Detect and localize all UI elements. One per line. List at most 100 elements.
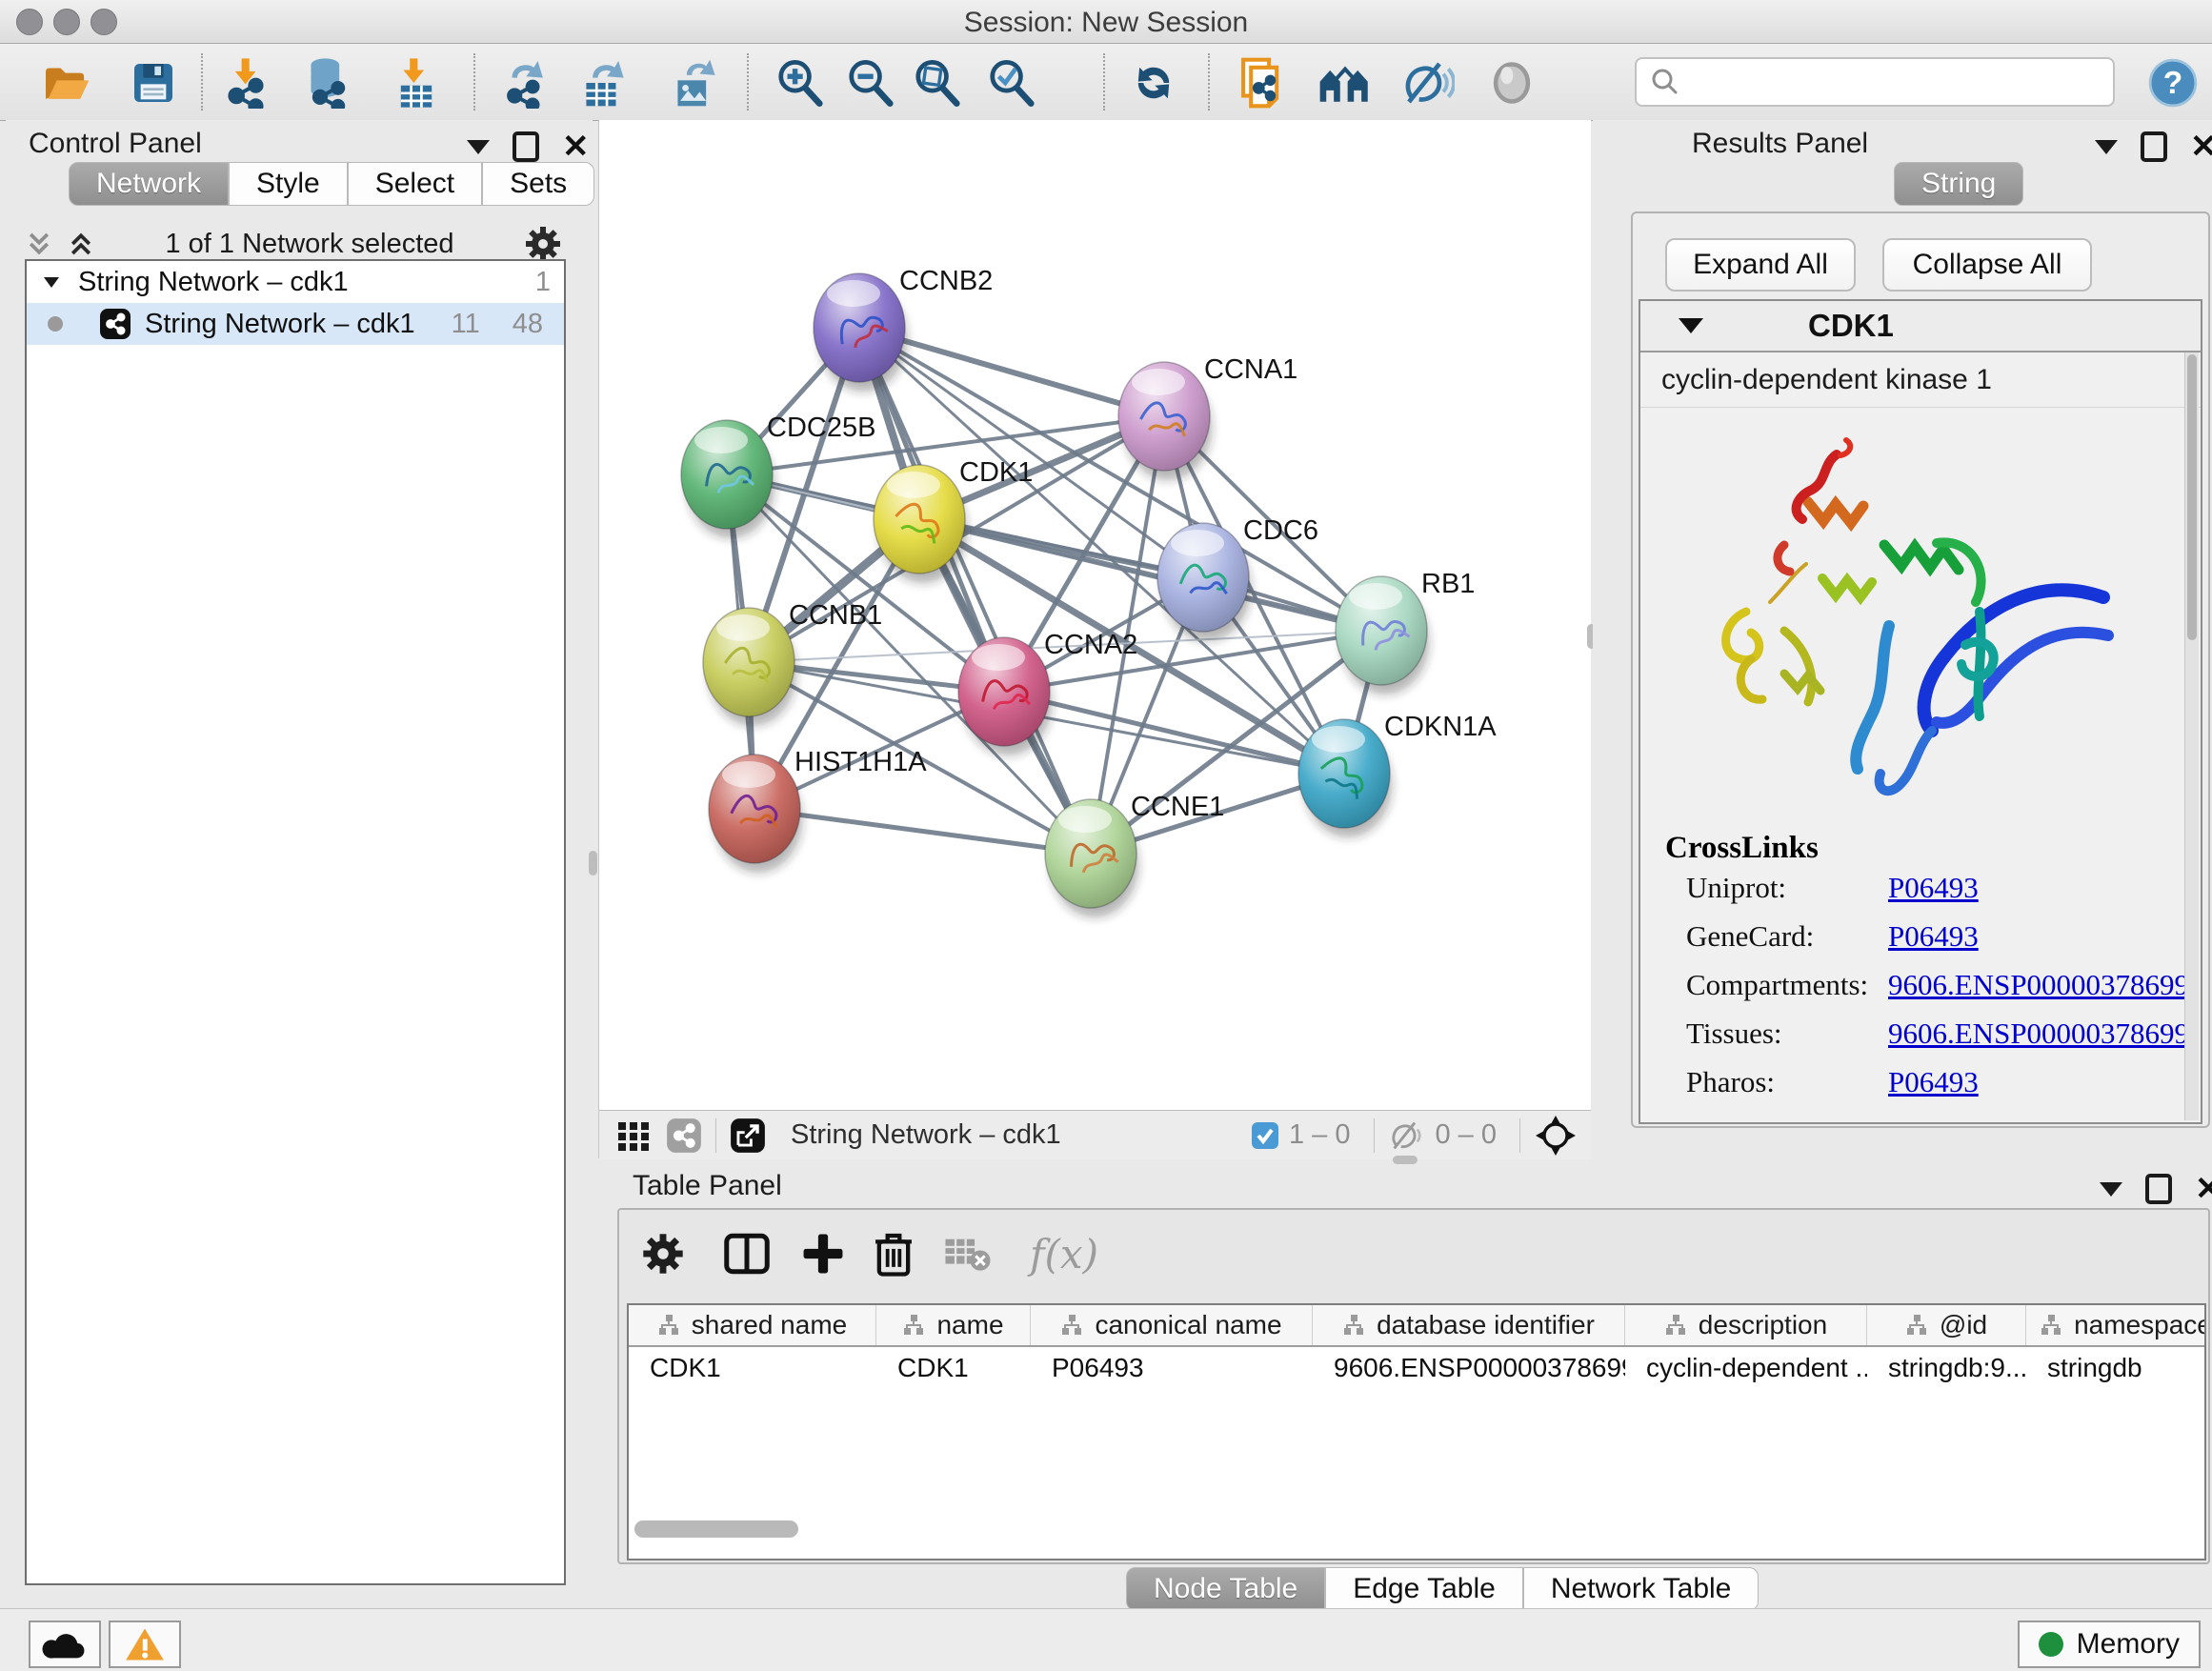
zoom-selected-icon[interactable] [984,55,1039,111]
table-settings-gear-icon[interactable] [633,1223,694,1284]
warning-icon [124,1626,166,1662]
crosslink-link[interactable]: 9606.ENSP00000378699 [1888,968,2189,1002]
expand-all-button[interactable]: Expand All [1665,238,1856,292]
column-header-@id[interactable]: @id [1867,1305,2026,1345]
collapse-all-icon[interactable] [25,230,53,258]
network-node-CDC6[interactable] [1157,523,1251,641]
node-label-RB1: RB1 [1421,569,1475,599]
gene-card-header[interactable]: CDK1 [1640,301,2201,352]
import-network-from-database-icon[interactable] [300,55,355,111]
control-panel-tabs: NetworkStyleSelectSets [69,162,594,206]
import-table-icon[interactable] [389,55,444,111]
column-header-name[interactable]: name [876,1305,1031,1345]
save-session-icon[interactable] [126,55,181,111]
new-network-from-selection-icon[interactable] [1234,55,1289,111]
network-status-dot [48,316,63,332]
tab-style[interactable]: Style [229,162,348,206]
table-horizontal-scrollbar[interactable] [634,1520,798,1538]
grid-view-icon[interactable] [616,1118,651,1153]
toolbar-separator [201,53,203,111]
tab-node-table[interactable]: Node Table [1126,1567,1325,1611]
tab-select[interactable]: Select [348,162,482,206]
crosslink-link[interactable]: P06493 [1888,871,1979,905]
show-all-icon[interactable] [1484,55,1539,111]
cloud-button[interactable] [29,1621,101,1668]
column-header-description[interactable]: description [1625,1305,1867,1345]
table-body: CDK1CDK1P064939606.ENSP00000378699cyclin… [629,1347,2204,1389]
panel-close-icon[interactable]: ✕ [562,135,590,158]
main-toolbar: ? [0,44,2212,121]
panel-float-icon[interactable] [513,131,539,162]
gear-icon[interactable] [524,225,562,263]
export-table-icon[interactable] [575,55,631,111]
network-row[interactable]: String Network – cdk1 11 48 [27,303,564,345]
column-header-shared-name[interactable]: shared name [629,1305,876,1345]
column-header-canonical-name[interactable]: canonical name [1031,1305,1313,1345]
network-node-RB1[interactable] [1336,576,1429,695]
panel-collapse-icon[interactable] [467,140,490,154]
network-node-CCNE1[interactable] [1045,799,1138,917]
help-icon[interactable]: ? [2145,55,2201,111]
memory-button[interactable]: Memory [2018,1621,2201,1668]
detach-view-icon[interactable] [730,1117,766,1154]
results-scrollbar[interactable] [2184,352,2199,1120]
splitter-handle[interactable] [589,851,597,876]
search-field[interactable] [1635,57,2115,107]
panel-collapse-icon[interactable] [2095,140,2118,154]
crosslink-link[interactable]: P06493 [1888,919,1979,954]
zoom-in-icon[interactable] [773,55,828,111]
network-node-CCNB1[interactable] [703,608,796,726]
open-folder-icon[interactable] [39,55,94,111]
export-image-icon[interactable] [667,55,722,111]
network-node-CCNA1[interactable] [1118,362,1212,480]
network-node-CCNB2[interactable] [814,273,907,392]
panel-collapse-icon[interactable] [2100,1182,2122,1197]
first-neighbors-icon[interactable] [1317,55,1373,111]
panel-close-icon[interactable]: ✕ [2190,135,2212,158]
panel-float-icon[interactable] [2145,1174,2172,1204]
delete-column-icon[interactable] [863,1223,924,1284]
tree-expand-icon[interactable] [40,271,63,293]
network-node-CDKN1A[interactable] [1298,719,1392,837]
table-row[interactable]: CDK1CDK1P064939606.ENSP00000378699cyclin… [629,1347,2204,1389]
network-node-CDK1[interactable] [874,465,967,583]
network-canvas[interactable]: CCNB2CCNA1CDC25BCDK1CDC6RB1CCNB1CCNA2CDK… [599,120,1591,1110]
network-view-share-icon[interactable] [666,1117,702,1154]
table-cell: 9606.ENSP00000378699 [1313,1353,1625,1383]
network-node-CCNA2[interactable] [958,637,1052,755]
tab-edge-table[interactable]: Edge Table [1325,1567,1523,1611]
table-cell: CDK1 [876,1353,1031,1383]
crosslink-link[interactable]: P06493 [1888,1065,1979,1099]
hide-selected-icon[interactable] [1400,55,1456,111]
collapse-entry-icon[interactable] [1679,318,1703,333]
collection-count: 1 [535,267,551,298]
birdseye-crosshair-icon[interactable] [1534,1114,1578,1158]
column-header-database-identifier[interactable]: database identifier [1313,1305,1625,1345]
panel-close-icon[interactable]: ✕ [2195,1178,2212,1200]
collapse-all-button[interactable]: Collapse All [1882,238,2092,292]
tab-network-table[interactable]: Network Table [1523,1567,1760,1611]
tab-network[interactable]: Network [69,162,229,206]
zoom-out-icon[interactable] [843,55,898,111]
column-header-namespace[interactable]: namespace [2026,1305,2206,1345]
splitter-handle[interactable] [1393,1156,1418,1164]
show-columns-icon[interactable] [716,1223,777,1284]
selected-checkbox-icon[interactable] [1251,1121,1279,1150]
expand-all-icon[interactable] [67,230,95,258]
network-node-CDC25B[interactable] [681,420,774,538]
network-edge-HIST1H1A-CCNE1[interactable] [754,809,1091,854]
panel-float-icon[interactable] [2141,131,2167,162]
tab-string[interactable]: String [1894,162,2023,206]
import-network-icon[interactable] [219,55,274,111]
crosslink-link[interactable]: 9606.ENSP00000378699 [1888,1017,2189,1051]
create-column-icon[interactable] [793,1223,854,1284]
export-network-icon[interactable] [497,55,553,111]
title-bar: Session: New Session [0,0,2212,44]
refresh-icon[interactable] [1126,55,1181,111]
network-node-HIST1H1A[interactable] [709,755,802,873]
zoom-fit-icon[interactable] [910,55,965,111]
tab-sets[interactable]: Sets [482,162,594,206]
search-input[interactable] [1684,67,2113,98]
network-collection-row[interactable]: String Network – cdk1 1 [27,261,564,303]
warning-button[interactable] [109,1621,181,1668]
